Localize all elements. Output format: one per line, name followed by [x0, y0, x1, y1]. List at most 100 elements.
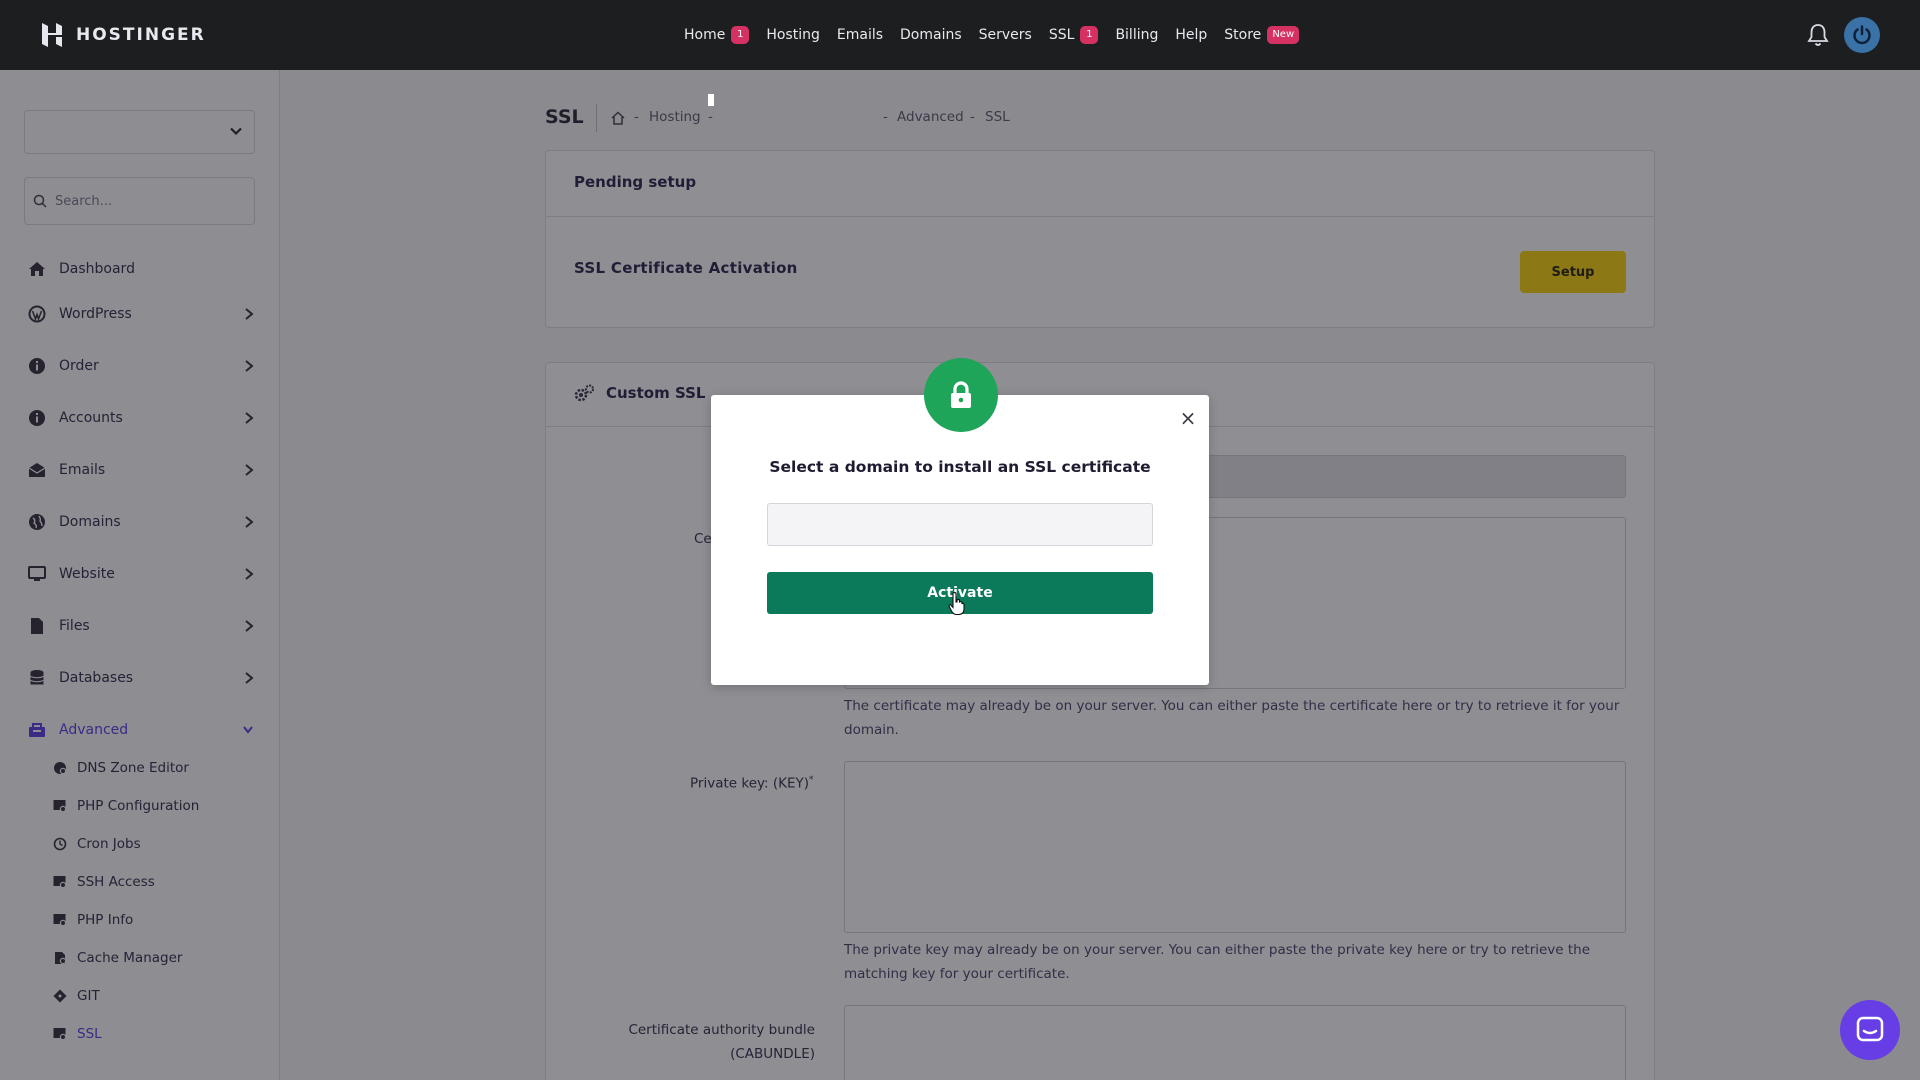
search-input[interactable]: [55, 193, 235, 209]
sidebar-item-label: Advanced: [59, 722, 129, 738]
git-icon: [53, 989, 67, 1003]
wordpress-icon: [28, 305, 46, 323]
sidebar-item-domains[interactable]: Domains: [28, 510, 258, 534]
sidebar-subitem-ssh-access[interactable]: SSH Access: [53, 872, 253, 892]
subitem-label: DNS Zone Editor: [77, 760, 189, 776]
sidebar-search[interactable]: [24, 177, 255, 225]
sidebar: Dashboard WordPress Order Accounts Email…: [0, 70, 280, 1080]
store-new-badge: New: [1267, 26, 1300, 44]
nav-hosting-label: Hosting: [766, 27, 820, 43]
chevron-right-icon: [245, 360, 254, 372]
sidebar-subitem-cache-manager[interactable]: Cache Manager: [53, 948, 253, 968]
breadcrumb-hosting[interactable]: Hosting: [649, 109, 701, 125]
sidebar-item-order[interactable]: Order: [28, 354, 258, 378]
nav-hosting[interactable]: Hosting: [766, 27, 820, 43]
chevron-right-icon: [245, 464, 254, 476]
subitem-label: Cron Jobs: [77, 836, 141, 852]
certificate-label: Ce: [694, 531, 712, 547]
nav-domains[interactable]: Domains: [900, 27, 962, 43]
domain-select-input[interactable]: [767, 503, 1153, 546]
breadcrumb-advanced[interactable]: Advanced: [897, 109, 964, 125]
file-icon: [31, 618, 43, 634]
mail-icon: [28, 463, 46, 477]
private-key-textarea[interactable]: [844, 761, 1626, 933]
cabundle-textarea[interactable]: [844, 1005, 1626, 1080]
chevron-right-icon: [245, 620, 254, 632]
nav-billing-label: Billing: [1115, 27, 1159, 43]
top-navbar: HOSTINGER Home 1 Hosting Emails Domains S…: [0, 0, 1920, 70]
sidebar-subitem-dns-zone-editor[interactable]: DNS Zone Editor: [53, 758, 253, 778]
cabundle-label-line2: (CABUNDLE): [730, 1046, 815, 1062]
globe-icon: [29, 514, 45, 530]
nav-emails[interactable]: Emails: [837, 27, 883, 43]
breadcrumb-sep: -: [970, 109, 975, 125]
required-mark: *: [809, 775, 814, 785]
power-icon: [1853, 25, 1871, 45]
custom-ssl-title: Custom SSL: [606, 384, 706, 402]
nav-store[interactable]: Store New: [1224, 26, 1300, 44]
nav-servers[interactable]: Servers: [979, 27, 1032, 43]
chevron-down-icon: [243, 726, 253, 734]
nav-billing[interactable]: Billing: [1115, 27, 1158, 43]
home-icon[interactable]: [610, 110, 626, 126]
settings-window-icon: [53, 914, 67, 927]
close-icon[interactable]: ×: [1178, 408, 1198, 428]
ssl-activation-label: SSL Certificate Activation: [574, 259, 798, 277]
lock-badge: [924, 358, 998, 432]
nav-ssl-label: SSL: [1048, 27, 1075, 43]
sidebar-item-databases[interactable]: Databases: [28, 666, 258, 690]
sidebar-item-label: Accounts: [59, 410, 123, 426]
setup-button[interactable]: Setup: [1520, 251, 1626, 293]
sidebar-item-files[interactable]: Files: [28, 614, 258, 638]
account-avatar[interactable]: [1844, 17, 1880, 53]
cache-icon: [55, 952, 67, 965]
gears-icon: [574, 384, 594, 402]
bell-icon[interactable]: [1806, 22, 1830, 48]
chevron-right-icon: [245, 308, 254, 320]
nav-help[interactable]: Help: [1175, 27, 1207, 43]
sidebar-item-label: Files: [59, 618, 90, 634]
lock-icon: [951, 381, 971, 408]
hostinger-logo[interactable]: HOSTINGER: [38, 20, 206, 50]
subitem-label: SSL: [77, 1026, 102, 1042]
subitem-label: GIT: [77, 988, 100, 1004]
nav-domains-label: Domains: [900, 27, 962, 43]
nav-help-label: Help: [1175, 27, 1208, 43]
sidebar-item-emails[interactable]: Emails: [28, 458, 258, 482]
cabundle-label: Certificate authority bundle (CABUNDLE): [600, 1018, 815, 1066]
sidebar-item-wordpress[interactable]: WordPress: [28, 302, 258, 326]
chat-launcher[interactable]: [1840, 1000, 1900, 1060]
certificate-help: The certificate may already be on your s…: [844, 698, 1620, 738]
dns-icon: [54, 762, 67, 775]
subitem-label: Cache Manager: [77, 950, 183, 966]
breadcrumb-sep: -: [634, 109, 639, 125]
clock-icon: [53, 837, 67, 851]
chevron-right-icon: [245, 412, 254, 424]
subitem-label: SSH Access: [77, 874, 155, 890]
sidebar-item-label: Databases: [59, 670, 134, 686]
sidebar-item-website[interactable]: Website: [28, 562, 258, 586]
settings-window-icon: [53, 800, 67, 813]
nav-ssl[interactable]: SSL 1: [1049, 26, 1099, 44]
monitor-icon: [28, 566, 46, 581]
domain-select[interactable]: [24, 110, 255, 154]
sidebar-item-accounts[interactable]: Accounts: [28, 406, 258, 430]
sidebar-subitem-git[interactable]: GIT: [53, 986, 253, 1006]
breadcrumb-sep: -: [708, 109, 713, 125]
home-icon: [29, 262, 45, 276]
sidebar-subitem-cron-jobs[interactable]: Cron Jobs: [53, 834, 253, 854]
sidebar-subitem-ssl[interactable]: SSL: [53, 1024, 253, 1044]
sidebar-item-label: Website: [59, 566, 115, 582]
cabundle-label-line1: Certificate authority bundle: [628, 1022, 815, 1038]
nav-home[interactable]: Home 1: [684, 26, 750, 44]
nav-store-label: Store: [1224, 27, 1262, 43]
info-icon: [29, 410, 45, 426]
sidebar-subitem-php-configuration[interactable]: PHP Configuration: [53, 796, 253, 816]
sidebar-subitem-php-info[interactable]: PHP Info: [53, 910, 253, 930]
sidebar-item-dashboard[interactable]: Dashboard: [28, 257, 258, 281]
domain-field[interactable]: [1205, 455, 1626, 498]
nav-home-label: Home: [684, 27, 726, 43]
chevron-right-icon: [245, 672, 254, 684]
sidebar-item-advanced[interactable]: Advanced: [28, 718, 258, 742]
title-divider: [596, 104, 597, 132]
